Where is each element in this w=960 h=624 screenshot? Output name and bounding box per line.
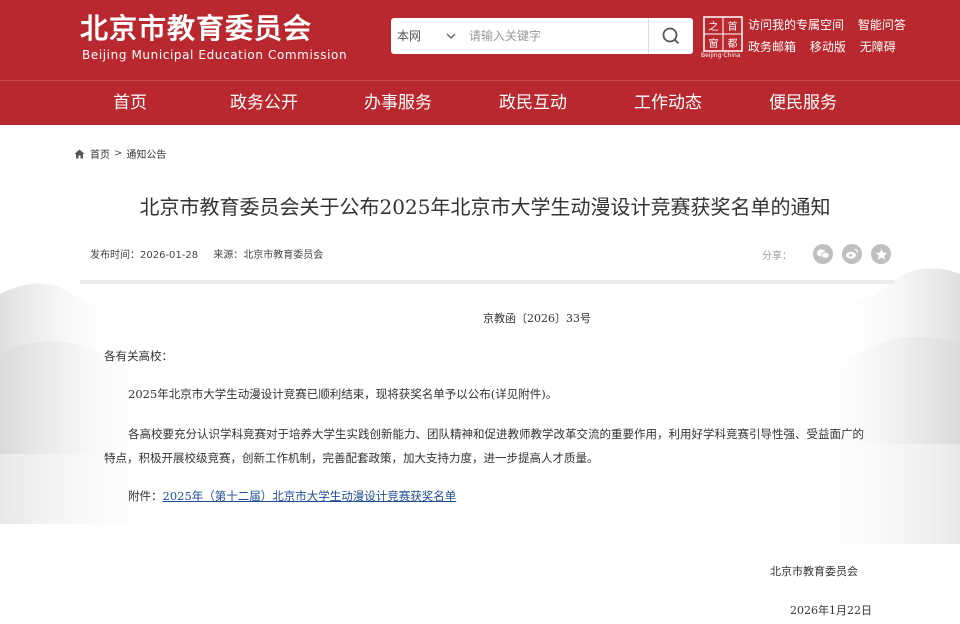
capital-char-4: 窗 bbox=[709, 37, 719, 50]
breadcrumb-separator: > bbox=[114, 148, 123, 159]
main-navigation: 首页 政务公开 办事服务 政民互动 工作动态 便民服务 bbox=[0, 80, 960, 125]
share-wechat-button[interactable] bbox=[813, 244, 833, 264]
site-logo-chinese[interactable]: 北京市教育委员会 bbox=[80, 11, 312, 47]
capital-char-3: 之 bbox=[709, 20, 719, 33]
signature: 北京市教育委员会 bbox=[770, 565, 858, 578]
site-logo-english: Beijing Municipal Education Commission bbox=[82, 48, 348, 62]
attachment-line: 附件：2025年（第十二届）北京市大学生动漫设计竞赛获奖名单 bbox=[128, 484, 456, 508]
weibo-icon bbox=[846, 248, 859, 259]
share-bar: 分享： bbox=[762, 244, 891, 264]
search-box: 本网 bbox=[391, 18, 693, 54]
publish-date: 2026-01-28 bbox=[140, 250, 199, 261]
attachment-label: 附件： bbox=[128, 489, 163, 503]
capital-char-1: 首 bbox=[728, 20, 738, 33]
nav-item-services[interactable]: 办事服务 bbox=[364, 81, 432, 125]
signature-date: 2026年1月22日 bbox=[790, 604, 872, 617]
attachment-link[interactable]: 2025年（第十二届）北京市大学生动漫设计竞赛获奖名单 bbox=[163, 489, 457, 503]
link-accessibility[interactable]: 无障碍 bbox=[860, 40, 896, 54]
document-number: 京教函〔2026〕33号 bbox=[483, 312, 591, 325]
search-icon bbox=[662, 27, 680, 45]
star-icon bbox=[875, 248, 887, 260]
nav-item-home[interactable]: 首页 bbox=[113, 81, 147, 125]
breadcrumb: 首页 > 通知公告 bbox=[74, 146, 166, 161]
site-header: 北京市教育委员会 Beijing Municipal Education Com… bbox=[0, 0, 960, 80]
chevron-down-icon[interactable] bbox=[443, 18, 459, 54]
share-weibo-button[interactable] bbox=[842, 244, 862, 264]
body-paragraph-1: 2025年北京市大学生动漫设计竞赛已顺利结束，现将获奖名单予以公布(详见附件)。 bbox=[128, 387, 558, 401]
article-source: 北京市教育委员会 bbox=[243, 250, 324, 261]
nav-item-interaction[interactable]: 政民互动 bbox=[499, 81, 567, 125]
share-favorite-button[interactable] bbox=[871, 244, 891, 264]
link-personal-space[interactable]: 访问我的专属空间 bbox=[748, 18, 844, 32]
salutation: 各有关高校： bbox=[104, 349, 173, 363]
body-paragraph-2: 各高校要充分认识学科竞赛对于培养大学生实践创新能力、团队精神和促进教师教学改革交… bbox=[104, 427, 864, 465]
search-input[interactable] bbox=[463, 18, 655, 54]
link-smart-qa[interactable]: 智能问答 bbox=[858, 18, 906, 32]
capital-window-english: Beijing·China bbox=[701, 52, 741, 59]
link-mobile-version[interactable]: 移动版 bbox=[810, 40, 846, 54]
source-label: 来源： bbox=[213, 250, 244, 261]
article-title: 北京市教育委员会关于公布2025年北京市大学生动漫设计竞赛获奖名单的通知 bbox=[139, 195, 831, 219]
search-scope-select[interactable]: 本网 bbox=[397, 18, 421, 54]
nav-item-gov-affairs[interactable]: 政务公开 bbox=[230, 81, 298, 125]
link-gov-mailbox[interactable]: 政务邮箱 bbox=[748, 40, 796, 54]
wechat-icon bbox=[816, 249, 830, 259]
capital-char-2: 都 bbox=[728, 38, 738, 50]
top-links: 访问我的专属空间 智能问答 政务邮箱 移动版 无障碍 bbox=[748, 14, 948, 58]
article-meta: 发布时间：2026-01-28 来源：北京市教育委员会 bbox=[90, 246, 323, 261]
share-label: 分享： bbox=[762, 250, 792, 262]
publish-label: 发布时间： bbox=[90, 250, 140, 261]
breadcrumb-current[interactable]: 通知公告 bbox=[126, 146, 166, 161]
nav-item-public-services[interactable]: 便民服务 bbox=[769, 81, 837, 125]
nav-item-work-news[interactable]: 工作动态 bbox=[634, 81, 702, 125]
breadcrumb-home[interactable]: 首页 bbox=[90, 146, 110, 161]
home-icon bbox=[74, 149, 85, 158]
title-divider bbox=[80, 280, 894, 284]
search-button[interactable] bbox=[648, 18, 693, 54]
